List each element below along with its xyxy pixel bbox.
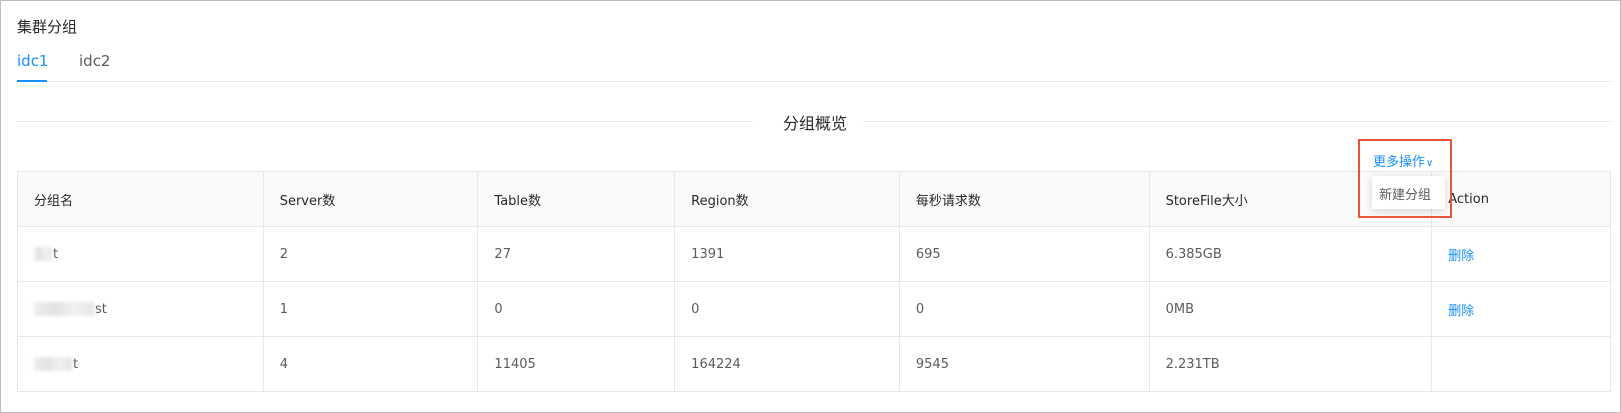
table-row: t 4 11405 164224 9545 2.231TB <box>18 337 1610 392</box>
tables-cell: 11405 <box>478 337 676 391</box>
tab-bar: idc1 idc2 <box>17 48 1611 82</box>
servers-cell: 1 <box>264 282 479 336</box>
redacted-text <box>34 357 72 371</box>
delete-link[interactable]: 删除 <box>1448 300 1474 319</box>
column-header-action: Action <box>1448 191 1489 207</box>
requests-cell: 695 <box>900 227 1150 281</box>
tab-idc2[interactable]: idc2 <box>79 52 110 70</box>
group-name-cell: t <box>18 227 264 281</box>
tables-cell: 0 <box>478 282 676 336</box>
column-header-group-name: 分组名 <box>18 172 264 226</box>
requests-cell: 9545 <box>900 337 1150 391</box>
more-actions-menu: 新建分组 <box>1372 176 1445 209</box>
delete-link[interactable]: 删除 <box>1448 245 1474 264</box>
group-name-suffix: t <box>53 246 59 262</box>
divider-line-left <box>17 121 753 122</box>
redacted-text <box>34 247 52 261</box>
table-row: st 1 0 0 0 0MB 删除 <box>18 282 1610 337</box>
servers-cell: 2 <box>264 227 479 281</box>
divider-line-right <box>863 121 1611 122</box>
column-header-regions: Region数 <box>675 172 900 226</box>
column-header-requests-per-sec: 每秒请求数 <box>900 172 1150 226</box>
requests-cell: 0 <box>900 282 1150 336</box>
column-header-servers: Server数 <box>264 172 479 226</box>
more-actions-dropdown-trigger[interactable]: 更多操作∨ <box>1373 151 1433 170</box>
chevron-down-icon: ∨ <box>1426 158 1434 169</box>
group-name-cell: st <box>18 282 264 336</box>
group-name-suffix: t <box>73 356 79 372</box>
more-actions-label: 更多操作 <box>1373 155 1426 170</box>
storefile-cell: 0MB <box>1150 282 1433 336</box>
group-name-suffix: st <box>95 301 107 317</box>
regions-cell: 0 <box>675 282 900 336</box>
redacted-text <box>34 302 94 316</box>
regions-cell: 164224 <box>675 337 900 391</box>
tables-cell: 27 <box>478 227 676 281</box>
action-cell: 删除 <box>1432 282 1610 336</box>
page-title: 集群分组 <box>17 18 78 36</box>
group-name-cell: t <box>18 337 264 391</box>
menu-item-new-group[interactable]: 新建分组 <box>1379 184 1431 203</box>
regions-cell: 1391 <box>675 227 900 281</box>
active-tab-indicator <box>17 80 47 82</box>
servers-cell: 4 <box>264 337 479 391</box>
action-cell: 删除 <box>1432 227 1610 281</box>
tab-idc1[interactable]: idc1 <box>17 52 48 70</box>
table-row: t 2 27 1391 695 6.385GB 删除 <box>18 227 1610 282</box>
action-cell <box>1432 337 1610 391</box>
section-title: 分组概览 <box>783 114 848 133</box>
storefile-cell: 6.385GB <box>1150 227 1433 281</box>
storefile-cell: 2.231TB <box>1150 337 1433 391</box>
column-header-tables: Table数 <box>478 172 676 226</box>
